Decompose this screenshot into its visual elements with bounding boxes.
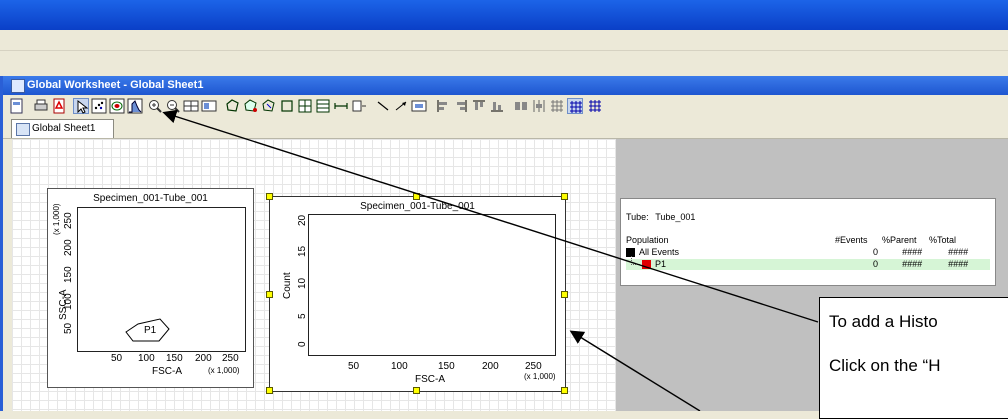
line-icon[interactable] [375, 98, 391, 114]
pop-total: #### [948, 247, 969, 257]
polygon-gate-icon[interactable] [225, 98, 241, 114]
layer-grid-icon[interactable] [587, 98, 603, 114]
tab-global-sheet1[interactable]: Global Sheet1 [11, 119, 114, 138]
text-icon[interactable] [411, 98, 427, 114]
pop-name: All Events [639, 247, 680, 257]
histogram-xtick: 100 [391, 361, 408, 372]
pop-total: #### [948, 259, 969, 269]
tube-value: Tube_001 [655, 212, 696, 222]
histogram-ytick: 15 [297, 245, 308, 257]
resize-handle[interactable] [561, 387, 568, 394]
histogram-xscale: (x 1,000) [524, 372, 556, 381]
sheet-tab-strip: Global Sheet1 [3, 117, 1008, 139]
snap-to-gate-icon[interactable] [243, 98, 259, 114]
population-hierarchy-table[interactable]: Tube: Tube_001 Population #Events %Paren… [620, 198, 996, 286]
histogram-icon[interactable] [127, 98, 143, 114]
distribute-icon[interactable] [351, 98, 367, 114]
print-icon[interactable] [33, 98, 49, 114]
tube-row: Tube: Tube_001 [626, 212, 990, 223]
menu-bar [0, 30, 1008, 51]
col-total: %Total [929, 235, 957, 245]
col-population: Population [626, 235, 669, 245]
split-gate-icon[interactable] [333, 98, 349, 114]
layout-icon[interactable] [201, 98, 217, 114]
pop-events: 0 [873, 247, 879, 257]
pop-name: P1 [655, 259, 667, 269]
resize-handle[interactable] [561, 193, 568, 200]
histogram-ytick: 20 [297, 214, 308, 226]
worksheet-window-icon [11, 79, 25, 93]
gate-p1-label: P1 [144, 325, 157, 336]
col-parent: %Parent [882, 235, 917, 245]
pop-events: 0 [873, 259, 879, 269]
instruction-callout: To add a Histo Click on the “H [819, 297, 1008, 419]
histogram-ylabel: Count [282, 272, 293, 299]
histogram-xtick: 50 [348, 361, 360, 372]
histogram-xtick: 200 [482, 361, 499, 372]
resize-handle[interactable] [561, 291, 568, 298]
worksheet-icon[interactable] [9, 98, 25, 114]
histogram-xtick: 150 [438, 361, 455, 372]
arrow-icon[interactable] [393, 98, 409, 114]
pop-parent: #### [902, 247, 923, 257]
align-left-icon[interactable] [435, 98, 451, 114]
histogram-ytick: 10 [297, 277, 308, 289]
pointer-icon[interactable] [73, 98, 89, 114]
autogate-icon[interactable] [261, 98, 277, 114]
dot-plot-icon[interactable] [91, 98, 107, 114]
snap-grid-icon[interactable] [531, 98, 547, 114]
histogram-ytick: 0 [297, 341, 308, 347]
tube-label: Tube: [626, 212, 649, 222]
align-right-icon[interactable] [453, 98, 469, 114]
resize-handle[interactable] [266, 291, 273, 298]
histogram-plot[interactable]: Specimen_001-Tube_001 Count 20 15 10 5 0… [269, 196, 566, 392]
gate-p1[interactable] [48, 189, 253, 387]
resize-handle[interactable] [413, 193, 420, 200]
table-row[interactable]: P1 0 #### #### [626, 256, 990, 270]
worksheet-title: Global Worksheet - Global Sheet1 [27, 79, 204, 91]
col-events: #Events [835, 235, 868, 245]
histogram-xtick: 250 [525, 361, 542, 372]
zoom-in-icon[interactable] [147, 98, 163, 114]
contour-plot-icon[interactable] [109, 98, 125, 114]
tab-label: Global Sheet1 [32, 123, 96, 134]
grid-icon[interactable] [183, 98, 199, 114]
app-toolbar-band [0, 51, 1008, 76]
interval-gate-icon[interactable] [315, 98, 331, 114]
arrange-icon[interactable] [513, 98, 529, 114]
worksheet-toolbar [3, 95, 1008, 117]
resize-handle[interactable] [413, 387, 420, 394]
grid-lines-icon[interactable] [567, 98, 583, 114]
histogram-frame [308, 214, 556, 356]
sheet-icon [16, 123, 30, 136]
callout-line-1: To add a Histo [829, 312, 938, 331]
dot-plot[interactable]: Specimen_001-Tube_001 SSC-A (x 1,000) 25… [47, 188, 254, 388]
color-swatch [642, 260, 651, 269]
app-title-bar [0, 0, 1008, 30]
resize-handle[interactable] [266, 193, 273, 200]
zoom-out-icon[interactable] [165, 98, 181, 114]
align-bottom-icon[interactable] [489, 98, 505, 114]
table-header: Population #Events %Parent %Total [626, 235, 990, 246]
table-row[interactable]: All Events 0 #### #### [626, 247, 990, 258]
histogram-title: Specimen_001-Tube_001 [360, 201, 475, 212]
tree-connector [631, 256, 640, 265]
pop-parent: #### [902, 259, 923, 269]
quadrant-gate-icon[interactable] [297, 98, 313, 114]
resize-handle[interactable] [266, 387, 273, 394]
align-top-icon[interactable] [471, 98, 487, 114]
worksheet-title-bar: Global Worksheet - Global Sheet1 [3, 76, 1008, 95]
show-grid-icon[interactable] [549, 98, 565, 114]
callout-line-2: Click on the “H [829, 356, 941, 375]
histogram-xlabel: FSC-A [415, 374, 445, 385]
histogram-ytick: 5 [297, 313, 308, 319]
pdf-icon[interactable] [51, 98, 67, 114]
rectangle-gate-icon[interactable] [279, 98, 295, 114]
